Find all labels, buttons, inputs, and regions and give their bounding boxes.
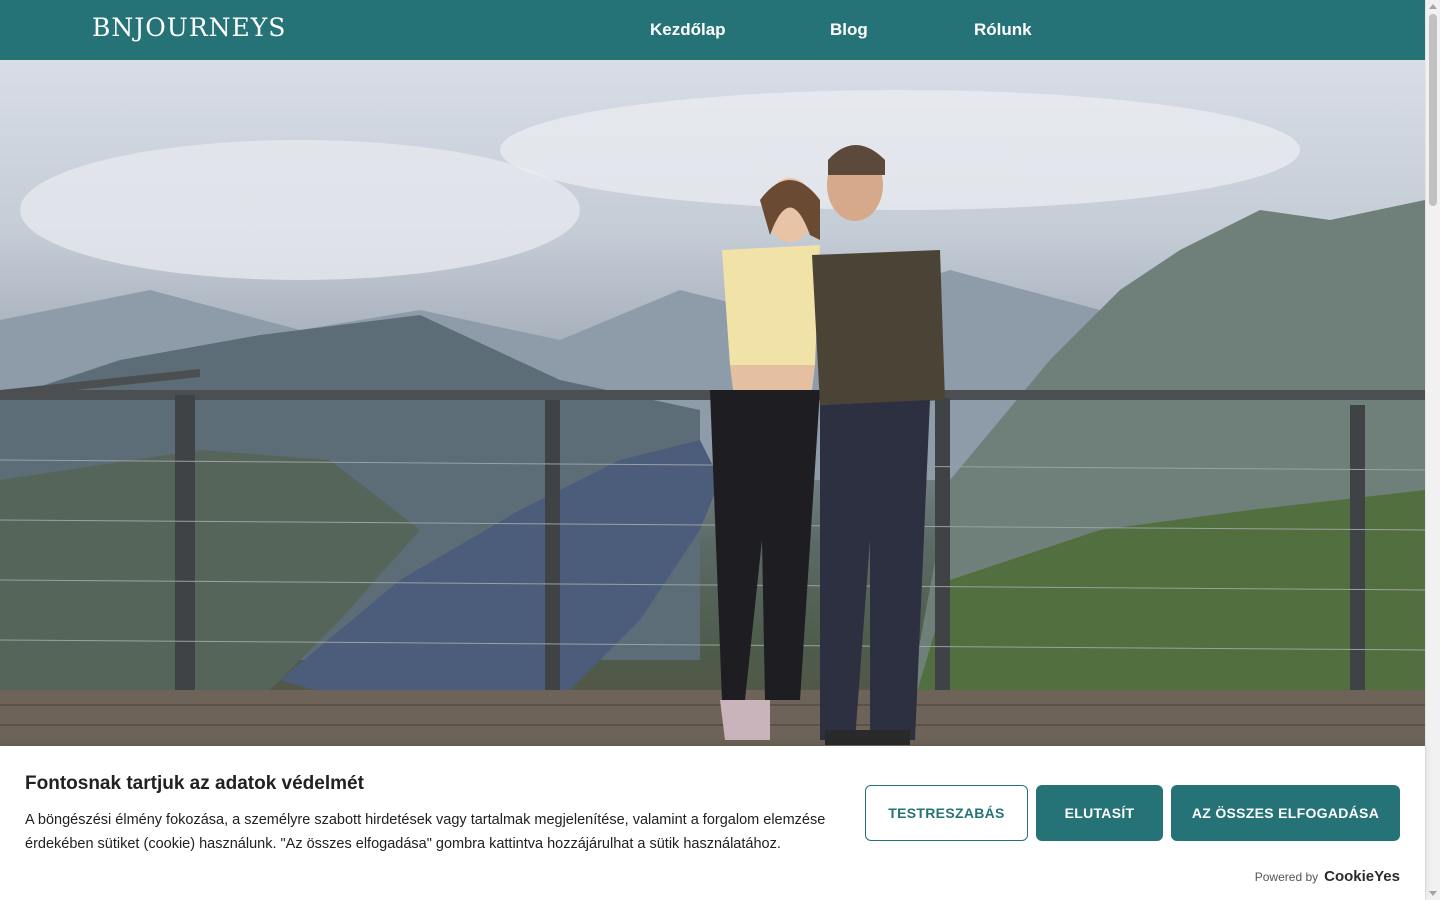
cookieyes-logo[interactable]: CookieYes bbox=[1324, 868, 1400, 885]
cookie-banner-description: A böngészési élmény fokozása, a személyr… bbox=[25, 812, 826, 852]
reject-cookies-button[interactable]: ELUTASÍT bbox=[1036, 785, 1163, 841]
nav-link-home[interactable]: Kezdőlap bbox=[650, 20, 726, 40]
nav-link-about[interactable]: Rólunk bbox=[974, 20, 1032, 40]
cookie-consent-banner: Fontosnak tartjuk az adatok védelmét A b… bbox=[0, 746, 1425, 900]
site-logo[interactable]: BNJOURNEYS bbox=[92, 13, 286, 42]
cookie-banner-title: Fontosnak tartjuk az adatok védelmét bbox=[25, 773, 364, 794]
customize-cookies-button[interactable]: TESTRESZABÁS bbox=[865, 785, 1028, 841]
scroll-down-arrow-icon[interactable] bbox=[1429, 891, 1437, 896]
page-scrollbar[interactable] bbox=[1425, 0, 1440, 900]
powered-by-label: Powered by bbox=[1254, 870, 1319, 884]
nav-link-blog[interactable]: Blog bbox=[830, 20, 868, 40]
top-navbar: BNJOURNEYS Kezdőlap Blog Rólunk bbox=[0, 0, 1425, 60]
scroll-up-arrow-icon[interactable] bbox=[1429, 4, 1437, 9]
hero-landscape-illustration bbox=[0, 90, 1425, 750]
powered-by: Powered by CookieYes bbox=[1255, 868, 1400, 885]
hero-photo bbox=[0, 60, 1425, 750]
accept-all-cookies-button[interactable]: AZ ÖSSZES ELFOGADÁSA bbox=[1171, 785, 1400, 841]
scrollbar-thumb[interactable] bbox=[1429, 14, 1437, 206]
